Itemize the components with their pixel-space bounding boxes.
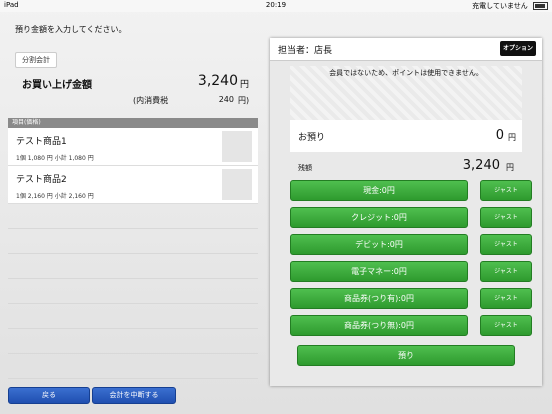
- option-button[interactable]: オプション: [500, 41, 536, 56]
- battery-icon: [533, 2, 548, 10]
- voucher-nochange-button[interactable]: 商品券(つり無):0円: [290, 315, 468, 336]
- credit-button[interactable]: クレジット:0円: [290, 207, 468, 228]
- list-item[interactable]: テスト商品2 1個 2,160 円 小計 2,160 円: [8, 166, 258, 204]
- deposit-yen: 円: [508, 133, 516, 142]
- battery-label: 充電していません: [472, 2, 528, 10]
- item-list: テスト商品1 1個 1,080 円 小計 1,080 円 テスト商品2 1個 2…: [8, 128, 258, 379]
- empty-row: [8, 204, 258, 229]
- empty-row: [8, 279, 258, 304]
- total-label: お買い上げ金額: [22, 80, 92, 91]
- voucher-nochange-just-button[interactable]: ジャスト: [480, 315, 532, 336]
- deposit-value: 0: [495, 128, 504, 143]
- battery-status: 充電していません: [472, 1, 548, 11]
- item-list-header: 項目(価格): [8, 118, 258, 128]
- item-name: テスト商品2: [16, 175, 67, 185]
- deposit-submit-button[interactable]: 預り: [297, 345, 515, 366]
- staff-label: 担当者：店長: [278, 46, 333, 56]
- total-yen: 円: [240, 80, 250, 90]
- item-detail: 1個 2,160 円 小計 2,160 円: [16, 193, 94, 200]
- remaining-value: 3,240: [462, 158, 500, 173]
- instruction-text: 預り金額を入力してください。: [15, 25, 127, 34]
- cash-button[interactable]: 現金:0円: [290, 180, 468, 201]
- total-value: 3,240: [197, 73, 238, 89]
- empty-row: [8, 254, 258, 279]
- remaining-label: 残額: [298, 164, 312, 172]
- panel-header: 担当者：店長 オプション: [270, 38, 542, 61]
- empty-row: [8, 304, 258, 329]
- item-detail: 1個 1,080 円 小計 1,080 円: [16, 155, 94, 162]
- empty-row: [8, 329, 258, 354]
- suspend-checkout-button[interactable]: 会計を中断する: [92, 387, 176, 404]
- empty-row: [8, 229, 258, 254]
- member-note-text: 会員ではないため、ポイントは使用できません。: [329, 69, 483, 77]
- debit-just-button[interactable]: ジャスト: [480, 234, 532, 255]
- item-thumbnail: [222, 169, 252, 200]
- tax-value: 240: [218, 95, 234, 104]
- item-name: テスト商品1: [16, 137, 67, 147]
- split-payment-button[interactable]: 分割会計: [15, 52, 57, 68]
- emoney-button[interactable]: 電子マネー:0円: [290, 261, 468, 282]
- deposit-field[interactable]: お預り 0 円: [290, 120, 522, 152]
- remaining-yen: 円: [506, 163, 514, 172]
- credit-just-button[interactable]: ジャスト: [480, 207, 532, 228]
- emoney-just-button[interactable]: ジャスト: [480, 261, 532, 282]
- status-bar: iPad 20:19 充電していません: [0, 0, 552, 12]
- item-thumbnail: [222, 131, 252, 162]
- cash-just-button[interactable]: ジャスト: [480, 180, 532, 201]
- list-item[interactable]: テスト商品1 1個 1,080 円 小計 1,080 円: [8, 128, 258, 166]
- tax-yen: 円): [238, 96, 250, 105]
- back-button[interactable]: 戻る: [8, 387, 90, 404]
- voucher-change-just-button[interactable]: ジャスト: [480, 288, 532, 309]
- debit-button[interactable]: デビット:0円: [290, 234, 468, 255]
- empty-row: [8, 354, 258, 379]
- payment-panel: 担当者：店長 オプション 会員ではないため、ポイントは使用できません。 お預り …: [270, 38, 542, 386]
- status-time: 20:19: [265, 1, 287, 9]
- tax-label: (内消費税: [133, 96, 169, 105]
- voucher-change-button[interactable]: 商品券(つり有):0円: [290, 288, 468, 309]
- deposit-label: お預り: [298, 133, 326, 143]
